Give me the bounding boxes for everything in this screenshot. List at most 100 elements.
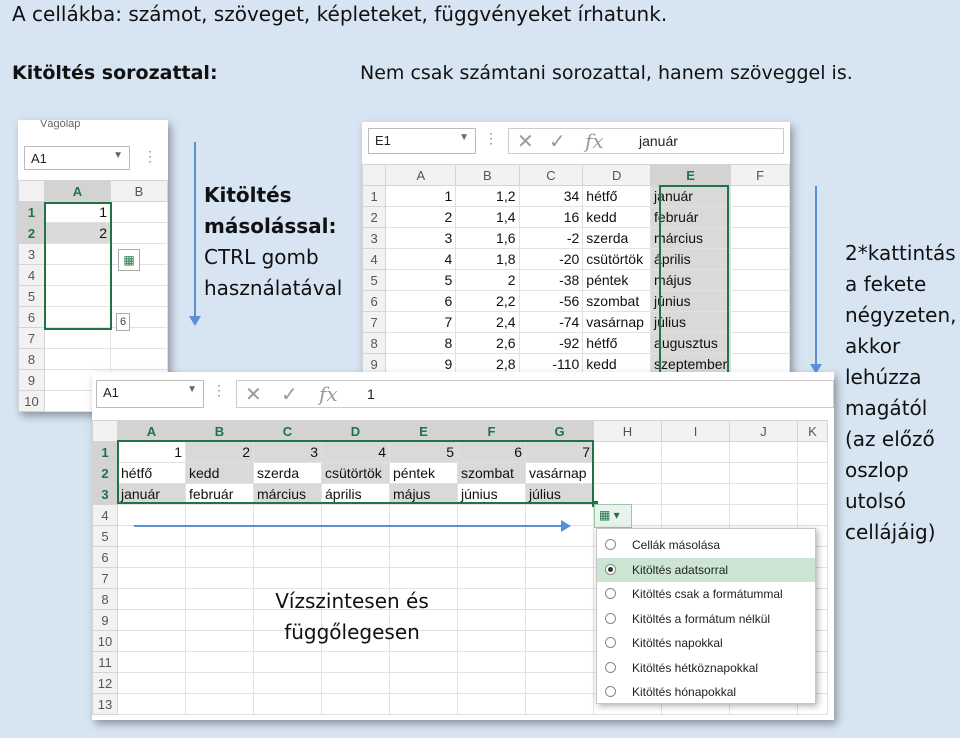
row-header[interactable]: 3 [92, 483, 118, 505]
row-header[interactable]: 6 [362, 290, 387, 312]
row-header[interactable]: 6 [92, 546, 118, 568]
col-header[interactable]: F [457, 420, 526, 442]
more-options-icon[interactable]: ⋮ [212, 382, 226, 399]
row-header[interactable]: 4 [92, 504, 118, 526]
cell[interactable] [117, 504, 186, 526]
cell[interactable] [797, 441, 828, 463]
cell[interactable] [525, 630, 594, 652]
cell[interactable]: -20 [518, 248, 584, 270]
cell[interactable] [797, 483, 828, 505]
radio-icon[interactable] [605, 686, 616, 697]
cell[interactable] [729, 483, 798, 505]
cell[interactable] [457, 525, 526, 547]
cell[interactable] [525, 525, 594, 547]
cell[interactable]: hétfő [582, 185, 652, 207]
cell[interactable]: 2,2 [455, 290, 520, 312]
cell[interactable] [525, 504, 594, 526]
cell[interactable] [593, 441, 662, 463]
cell[interactable] [525, 651, 594, 673]
cell[interactable] [661, 462, 730, 484]
cell[interactable] [729, 462, 798, 484]
row-header[interactable]: 4 [18, 264, 45, 286]
cell[interactable]: 5 [385, 269, 457, 291]
chevron-down-icon[interactable]: ▼ [113, 150, 123, 161]
row-header[interactable]: 1 [92, 441, 118, 463]
row-header[interactable]: 7 [92, 567, 118, 589]
cell[interactable]: -2 [518, 227, 584, 249]
cell[interactable] [110, 348, 168, 370]
cell[interactable] [321, 651, 390, 673]
cell[interactable] [110, 285, 168, 307]
row-header[interactable]: 3 [18, 243, 45, 265]
menu-item[interactable]: Kitöltés a formátum nélkül [597, 607, 815, 631]
cell[interactable]: -74 [518, 311, 584, 333]
cell[interactable] [117, 651, 186, 673]
corner-cell[interactable] [362, 164, 387, 186]
cell[interactable] [457, 651, 526, 673]
col-header[interactable]: D [321, 420, 390, 442]
cell[interactable] [185, 693, 254, 715]
cell[interactable]: 16 [518, 206, 584, 228]
cell[interactable] [110, 222, 168, 244]
cell[interactable] [729, 441, 798, 463]
cell[interactable] [730, 290, 790, 312]
cell[interactable]: hétfő [582, 332, 652, 354]
radio-icon[interactable] [605, 539, 616, 550]
cell[interactable] [730, 248, 790, 270]
cell[interactable]: 1,4 [455, 206, 520, 228]
menu-item[interactable]: Kitöltés csak a formátummal [597, 582, 815, 606]
cell[interactable] [185, 630, 254, 652]
cell[interactable] [117, 546, 186, 568]
cell[interactable]: 1,2 [455, 185, 520, 207]
cell[interactable]: 3 [385, 227, 457, 249]
cell[interactable] [457, 588, 526, 610]
cell[interactable] [321, 525, 390, 547]
cell[interactable] [525, 588, 594, 610]
cell[interactable]: 4 [385, 248, 457, 270]
row-header[interactable]: 1 [362, 185, 387, 207]
more-options-icon[interactable]: ⋮ [484, 130, 498, 147]
row-header[interactable]: 11 [92, 651, 118, 673]
cell[interactable] [525, 609, 594, 631]
cell[interactable]: csütörtök [582, 248, 652, 270]
cell[interactable] [730, 311, 790, 333]
cell[interactable] [117, 588, 186, 610]
cell[interactable] [117, 609, 186, 631]
row-header[interactable]: 12 [92, 672, 118, 694]
row-header[interactable]: 2 [362, 206, 387, 228]
cell[interactable] [389, 504, 458, 526]
col-header-a[interactable]: A [44, 180, 111, 202]
corner-cell[interactable] [18, 180, 45, 202]
cell[interactable] [185, 609, 254, 631]
row-header[interactable]: 9 [18, 369, 45, 391]
row-header[interactable]: 9 [92, 609, 118, 631]
col-header[interactable]: I [661, 420, 730, 442]
cell[interactable] [253, 504, 322, 526]
cell[interactable]: 1 [385, 185, 457, 207]
cell[interactable] [185, 672, 254, 694]
menu-item[interactable]: Kitöltés napokkal [597, 631, 815, 655]
cell[interactable]: vasárnap [582, 311, 652, 333]
cell[interactable] [389, 693, 458, 715]
cell[interactable] [730, 206, 790, 228]
col-header[interactable]: C [253, 420, 322, 442]
row-header[interactable]: 13 [92, 693, 118, 715]
name-box[interactable]: A1 ▼ [96, 380, 204, 408]
cell[interactable] [730, 332, 790, 354]
corner-cell[interactable] [92, 420, 118, 442]
cell[interactable] [253, 651, 322, 673]
cell[interactable] [729, 504, 798, 526]
cell[interactable] [321, 546, 390, 568]
fx-icon[interactable]: fx [585, 129, 604, 153]
menu-item[interactable]: Kitöltés hónapokkal [597, 680, 815, 704]
cell[interactable] [321, 504, 390, 526]
cell[interactable] [797, 504, 828, 526]
autofill-options-icon[interactable]: ▦ ▾ [594, 504, 632, 528]
cell[interactable]: szombat [582, 290, 652, 312]
cell[interactable] [117, 672, 186, 694]
cell[interactable] [457, 504, 526, 526]
col-header[interactable]: K [797, 420, 828, 442]
cell[interactable] [389, 651, 458, 673]
row-header[interactable]: 10 [18, 390, 45, 412]
cell[interactable] [457, 546, 526, 568]
